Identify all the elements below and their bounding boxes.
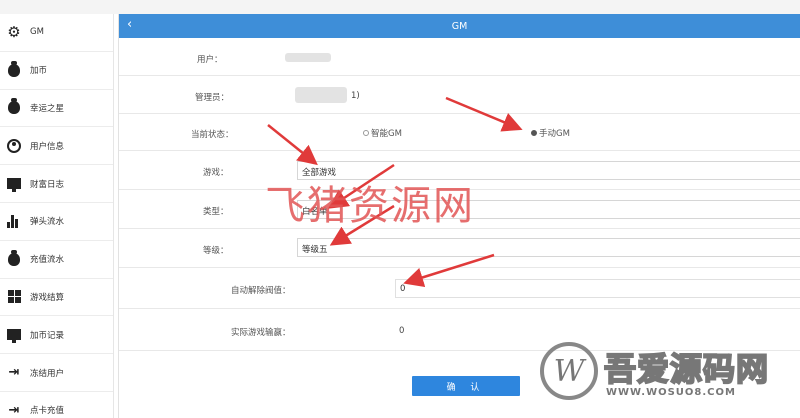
sidebar-item-label: 加币	[30, 66, 48, 77]
sidebar-item-label: 幸运之星	[30, 103, 65, 114]
sidebar-item-bullet-flow[interactable]: 弹头流水	[0, 203, 113, 241]
admin-label: 管理员：	[195, 93, 230, 103]
logo-text: 吾爱源码网	[603, 349, 770, 389]
exit-icon: ⇥	[8, 365, 20, 381]
back-button[interactable]: ‹	[127, 17, 132, 32]
level-select[interactable]: 等级五	[297, 238, 800, 257]
sidebar-item-label: 用户信息	[30, 141, 65, 152]
threshold-label: 自动解除阀值：	[231, 286, 291, 296]
sidebar-item-label: 加币记录	[30, 330, 65, 341]
threshold-row: 自动解除阀值： 0	[119, 268, 800, 309]
sidebar: ⚙ GM 加币 幸运之星 用户信息 财富日志 弹头流水 充值流水 游戏结算 加币…	[0, 14, 114, 418]
sidebar-item-label: 充值流水	[30, 255, 65, 266]
money-bag-icon	[6, 60, 22, 78]
monitor-icon	[6, 176, 22, 193]
sidebar-item-label: 弹头流水	[30, 217, 65, 228]
game-label: 游戏：	[203, 168, 229, 178]
admin-row: 管理员： 1)	[119, 76, 800, 114]
site-logo: W 吾爱源码网 WWW.WOSUO8.COM	[540, 340, 792, 406]
user-icon	[6, 138, 22, 154]
sidebar-item-label: 点卡充值	[30, 406, 65, 417]
sidebar-item-game-settlement[interactable]: 游戏结算	[0, 279, 113, 317]
radio-dot	[363, 130, 369, 136]
radio-dot-selected	[531, 130, 537, 136]
threshold-input[interactable]: 0	[395, 279, 800, 298]
money-bag-icon	[6, 98, 22, 116]
monitor-icon	[6, 327, 22, 344]
title-bar: ‹ GM	[119, 14, 800, 38]
watermark-text: 飞猪资源网	[265, 183, 475, 229]
status-row: 当前状态： 智能GM 手动GM	[119, 114, 800, 151]
admin-value-redacted	[295, 87, 347, 103]
actual-value: 0	[399, 326, 405, 336]
sidebar-item-card-recharge[interactable]: ⇥ 点卡充值	[0, 392, 113, 418]
user-row: 用户：	[119, 38, 800, 76]
sidebar-item-coin-records[interactable]: 加币记录	[0, 316, 113, 355]
app-frame: ⚙ GM 加币 幸运之星 用户信息 财富日志 弹头流水 充值流水 游戏结算 加币…	[0, 0, 800, 418]
page-title: GM	[451, 20, 468, 32]
sidebar-item-user-info[interactable]: 用户信息	[0, 127, 113, 166]
level-row: 等级： 等级五	[119, 229, 800, 268]
grid-icon	[6, 289, 22, 305]
sidebar-item-label: 财富日志	[30, 179, 65, 190]
actual-label: 实际游戏输赢：	[231, 328, 291, 338]
status-label: 当前状态：	[191, 130, 234, 140]
type-label: 类型：	[203, 207, 229, 217]
sidebar-item-gm[interactable]: ⚙ GM	[0, 14, 113, 52]
smart-gm-radio[interactable]: 智能GM	[363, 127, 402, 139]
user-label: 用户：	[197, 55, 223, 65]
exit-icon: ⇥	[8, 402, 20, 418]
manual-gm-label: 手动GM	[539, 129, 570, 139]
level-label: 等级：	[203, 246, 229, 256]
sidebar-item-wealth-log[interactable]: 财富日志	[0, 165, 113, 203]
money-bag-icon	[6, 249, 22, 267]
confirm-button[interactable]: 确 认	[412, 376, 520, 396]
sidebar-item-label: 冻结用户	[30, 368, 65, 379]
admin-value: 1)	[351, 91, 360, 101]
sidebar-item-lucky-star[interactable]: 幸运之星	[0, 90, 113, 128]
logo-url: WWW.WOSUO8.COM	[606, 387, 736, 398]
user-value-redacted	[285, 53, 331, 62]
manual-gm-radio[interactable]: 手动GM	[531, 127, 570, 139]
sidebar-item-label: 游戏结算	[30, 292, 65, 303]
bar-chart-icon	[6, 213, 22, 229]
sidebar-item-label: GM	[30, 27, 44, 38]
top-strip	[0, 0, 800, 14]
sidebar-item-add-coins[interactable]: 加币	[0, 52, 113, 90]
gear-icon: ⚙	[7, 22, 21, 41]
logo-mark-icon: W	[540, 342, 598, 400]
sidebar-item-recharge-flow[interactable]: 充值流水	[0, 241, 113, 279]
smart-gm-label: 智能GM	[371, 129, 402, 139]
sidebar-item-freeze-user[interactable]: ⇥ 冻结用户	[0, 354, 113, 392]
